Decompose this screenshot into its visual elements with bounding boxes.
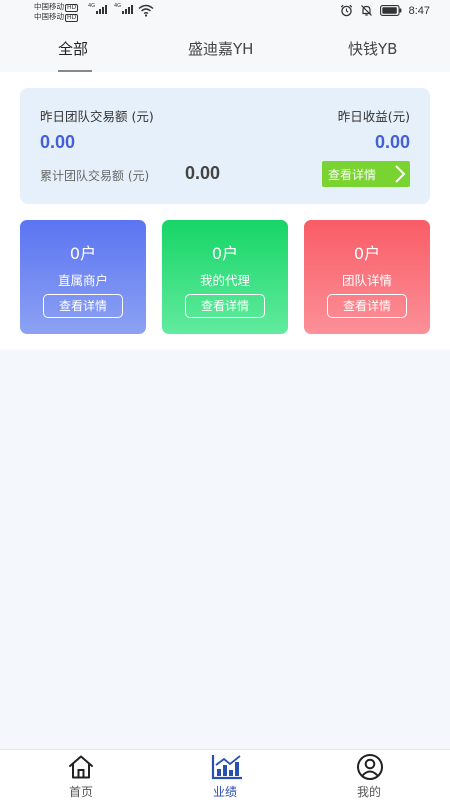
nav-profile-label: 我的 <box>356 785 381 799</box>
nav-home[interactable]: 首页 <box>36 750 126 800</box>
home-icon <box>69 755 93 779</box>
clock-time: 8:47 <box>408 4 430 17</box>
stat-cards: 0户 直属商户 查看详情 0户 我的代理 查看详情 0户 团队详情 查看详情 <box>20 220 430 334</box>
status-right: 8:47 <box>340 4 430 17</box>
signal-icon-2 <box>122 5 133 14</box>
yesterday-volume-value: 0.00 <box>40 132 76 152</box>
filter-tabs: 全部 盛迪嘉YH 快钱YB <box>0 24 450 72</box>
direct-merchants-card[interactable]: 0户 直属商户 查看详情 <box>20 220 146 334</box>
battery-icon <box>379 5 401 16</box>
main-content: 昨日团队交易额 (元) 0.00 昨日收益(元) 0.00 累计团队交易额 (元… <box>0 72 450 350</box>
view-details-button[interactable]: 查看详情 <box>322 161 410 187</box>
carrier-1: 中国移动 HD <box>34 2 79 12</box>
my-agents-card[interactable]: 0户 我的代理 查看详情 <box>162 220 288 334</box>
direct-merchants-title: 直属商户 <box>57 273 108 288</box>
view-details-label: 查看详情 <box>328 167 377 182</box>
direct-merchants-count: 0户 <box>69 244 97 263</box>
wifi-icon <box>138 4 154 17</box>
tab-kuaiqian[interactable]: 快钱YB <box>348 38 397 59</box>
nav-profile[interactable]: 我的 <box>324 750 414 800</box>
alarm-icon <box>340 4 352 17</box>
yesterday-volume-label: 昨日团队交易额 (元) <box>40 109 154 124</box>
yesterday-income-value: 0.00 <box>374 132 410 152</box>
cumulative-volume-value: 0.00 <box>185 163 221 183</box>
chevron-right-icon <box>395 165 406 183</box>
nav-home-label: 首页 <box>68 785 93 799</box>
nav-performance-label: 业绩 <box>212 785 237 799</box>
team-details-title: 团队详情 <box>341 273 392 288</box>
direct-merchants-detail-button[interactable]: 查看详情 <box>43 294 123 318</box>
my-agents-count: 0户 <box>211 244 239 263</box>
yesterday-income-label: 昨日收益(元) <box>337 109 410 124</box>
team-details-card[interactable]: 0户 团队详情 查看详情 <box>304 220 430 334</box>
bottom-nav: 首页 业绩 我的 <box>0 749 450 800</box>
cumulative-volume-label: 累计团队交易额 (元) <box>40 169 150 183</box>
carrier-2: 中国移动 HD <box>34 12 79 22</box>
tab-all[interactable]: 全部 <box>58 38 88 59</box>
user-icon <box>357 754 383 780</box>
tab-shengdijia[interactable]: 盛迪嘉YH <box>188 38 253 59</box>
my-agents-detail-button[interactable]: 查看详情 <box>185 294 265 318</box>
network-type-1: 4G <box>88 3 96 9</box>
summary-panel: 昨日团队交易额 (元) 0.00 昨日收益(元) 0.00 累计团队交易额 (元… <box>20 88 430 204</box>
mute-icon <box>360 5 372 16</box>
my-agents-title: 我的代理 <box>199 273 250 288</box>
network-type-2: 4G <box>114 3 122 9</box>
chart-icon <box>211 755 242 780</box>
team-details-count: 0户 <box>353 244 381 263</box>
status-bar: 中国移动 HD 中国移动 HD 4G 4G 8:47 <box>0 0 450 24</box>
nav-performance[interactable]: 业绩 <box>180 750 270 800</box>
team-details-detail-button[interactable]: 查看详情 <box>327 294 407 318</box>
signal-icon <box>96 5 107 14</box>
